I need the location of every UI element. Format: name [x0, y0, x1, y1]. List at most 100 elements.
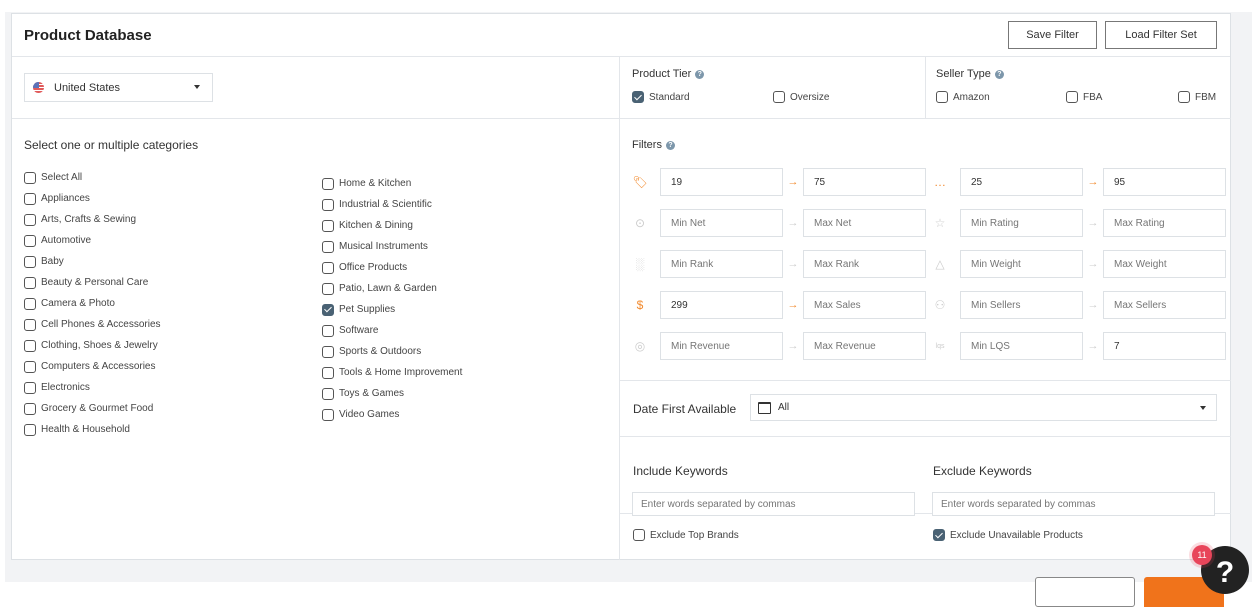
checkbox[interactable]: [322, 408, 334, 421]
category-item[interactable]: Camera & Photo: [24, 293, 161, 314]
filter-min-input[interactable]: [960, 168, 1083, 196]
category-item[interactable]: Grocery & Gourmet Food: [24, 398, 161, 419]
filter-min-input[interactable]: [960, 209, 1083, 237]
checkbox[interactable]: [633, 529, 645, 541]
filter-max-input[interactable]: [803, 332, 926, 360]
category-item[interactable]: Clothing, Shoes & Jewelry: [24, 335, 161, 356]
checkbox[interactable]: [933, 529, 945, 541]
load-filter-set-button[interactable]: Load Filter Set: [1105, 21, 1217, 49]
date-first-available-select[interactable]: All: [750, 394, 1217, 421]
checkbox[interactable]: [24, 402, 36, 415]
checkbox[interactable]: [24, 255, 36, 268]
filter-max-input[interactable]: [803, 168, 926, 196]
filter-min-input[interactable]: [660, 209, 783, 237]
checkbox[interactable]: [24, 171, 36, 184]
category-item[interactable]: Electronics: [24, 377, 161, 398]
filter-min-input[interactable]: [660, 250, 783, 278]
category-item[interactable]: Beauty & Personal Care: [24, 272, 161, 293]
checkbox[interactable]: [322, 282, 334, 295]
checkbox[interactable]: [24, 192, 36, 205]
filter-max-input[interactable]: [803, 250, 926, 278]
save-filter-button[interactable]: Save Filter: [1008, 21, 1097, 49]
filter-max-input[interactable]: [1103, 332, 1226, 360]
category-item[interactable]: Baby: [24, 251, 161, 272]
category-item[interactable]: Tools & Home Improvement: [322, 362, 462, 383]
category-item[interactable]: Select All: [24, 167, 161, 188]
checkbox[interactable]: [24, 234, 36, 247]
category-item[interactable]: Computers & Accessories: [24, 356, 161, 377]
seller-option-fba[interactable]: FBA: [1066, 91, 1102, 103]
exclude-unavailable-option[interactable]: Exclude Unavailable Products: [933, 529, 1083, 541]
checkbox[interactable]: [24, 360, 36, 373]
checkbox[interactable]: [322, 261, 334, 274]
seller-option-fbm[interactable]: FBM: [1178, 91, 1216, 103]
checkbox[interactable]: [1178, 91, 1190, 103]
filter-max-input[interactable]: [1103, 250, 1226, 278]
filter-min-input[interactable]: [660, 168, 783, 196]
checkbox[interactable]: [24, 339, 36, 352]
checkbox[interactable]: [24, 423, 36, 436]
checkbox[interactable]: [322, 366, 334, 379]
checkbox[interactable]: [773, 91, 785, 103]
filter-min-input[interactable]: [660, 291, 783, 319]
checkbox[interactable]: [322, 177, 334, 190]
category-item[interactable]: Cell Phones & Accessories: [24, 314, 161, 335]
checkbox[interactable]: [936, 91, 948, 103]
filter-min-input[interactable]: [960, 250, 1083, 278]
category-item[interactable]: Office Products: [322, 257, 462, 278]
category-label: Industrial & Scientific: [339, 199, 432, 210]
checkbox[interactable]: [24, 318, 36, 331]
category-item[interactable]: Pet Supplies: [322, 299, 462, 320]
category-item[interactable]: Automotive: [24, 230, 161, 251]
help-icon[interactable]: ?: [994, 69, 1004, 79]
category-item[interactable]: Arts, Crafts & Sewing: [24, 209, 161, 230]
checkbox[interactable]: [322, 240, 334, 253]
checkbox[interactable]: [632, 91, 644, 103]
category-item[interactable]: Software: [322, 320, 462, 341]
filter-min-input[interactable]: [660, 332, 783, 360]
price-tag-icon: 🏷︎: [632, 175, 648, 189]
category-item[interactable]: Video Games: [322, 404, 462, 425]
checkbox[interactable]: [24, 276, 36, 289]
country-select[interactable]: United States: [24, 73, 213, 102]
filter-max-input[interactable]: [803, 209, 926, 237]
category-item[interactable]: Industrial & Scientific: [322, 194, 462, 215]
exclude-keywords-input[interactable]: [932, 492, 1215, 516]
checkbox[interactable]: [24, 381, 36, 394]
star-icon: ☆: [934, 216, 946, 230]
checkbox[interactable]: [322, 324, 334, 337]
checkbox[interactable]: [322, 303, 334, 316]
checkbox[interactable]: [322, 387, 334, 400]
include-keywords-input[interactable]: [632, 492, 915, 516]
checkbox[interactable]: [322, 345, 334, 358]
help-icon[interactable]: ?: [695, 69, 705, 79]
category-item[interactable]: Toys & Games: [322, 383, 462, 404]
checkbox[interactable]: [1066, 91, 1078, 103]
help-icon[interactable]: ?: [665, 140, 675, 150]
category-label: Tools & Home Improvement: [339, 367, 463, 378]
exclude-top-brands-option[interactable]: Exclude Top Brands: [633, 529, 739, 541]
category-item[interactable]: Patio, Lawn & Garden: [322, 278, 462, 299]
category-item[interactable]: Musical Instruments: [322, 236, 462, 257]
category-item[interactable]: Health & Household: [24, 419, 161, 440]
category-item[interactable]: Kitchen & Dining: [322, 215, 462, 236]
filter-min-input[interactable]: [960, 291, 1083, 319]
checkbox[interactable]: [322, 219, 334, 232]
filter-max-input[interactable]: [1103, 291, 1226, 319]
category-item[interactable]: Sports & Outdoors: [322, 341, 462, 362]
category-item[interactable]: Appliances: [24, 188, 161, 209]
filter-max-input[interactable]: [1103, 168, 1226, 196]
checkbox[interactable]: [322, 198, 334, 211]
secondary-action-button[interactable]: [1035, 577, 1135, 607]
seller-option-amazon[interactable]: Amazon: [936, 91, 990, 103]
country-select-value: United States: [54, 81, 121, 94]
checkbox[interactable]: [24, 213, 36, 226]
filter-row: △→: [932, 250, 1226, 278]
tier-option-standard[interactable]: Standard: [632, 91, 690, 103]
category-item[interactable]: Home & Kitchen: [322, 173, 462, 194]
tier-option-oversize[interactable]: Oversize: [773, 91, 829, 103]
filter-max-input[interactable]: [803, 291, 926, 319]
checkbox[interactable]: [24, 297, 36, 310]
filter-max-input[interactable]: [1103, 209, 1226, 237]
filter-min-input[interactable]: [960, 332, 1083, 360]
